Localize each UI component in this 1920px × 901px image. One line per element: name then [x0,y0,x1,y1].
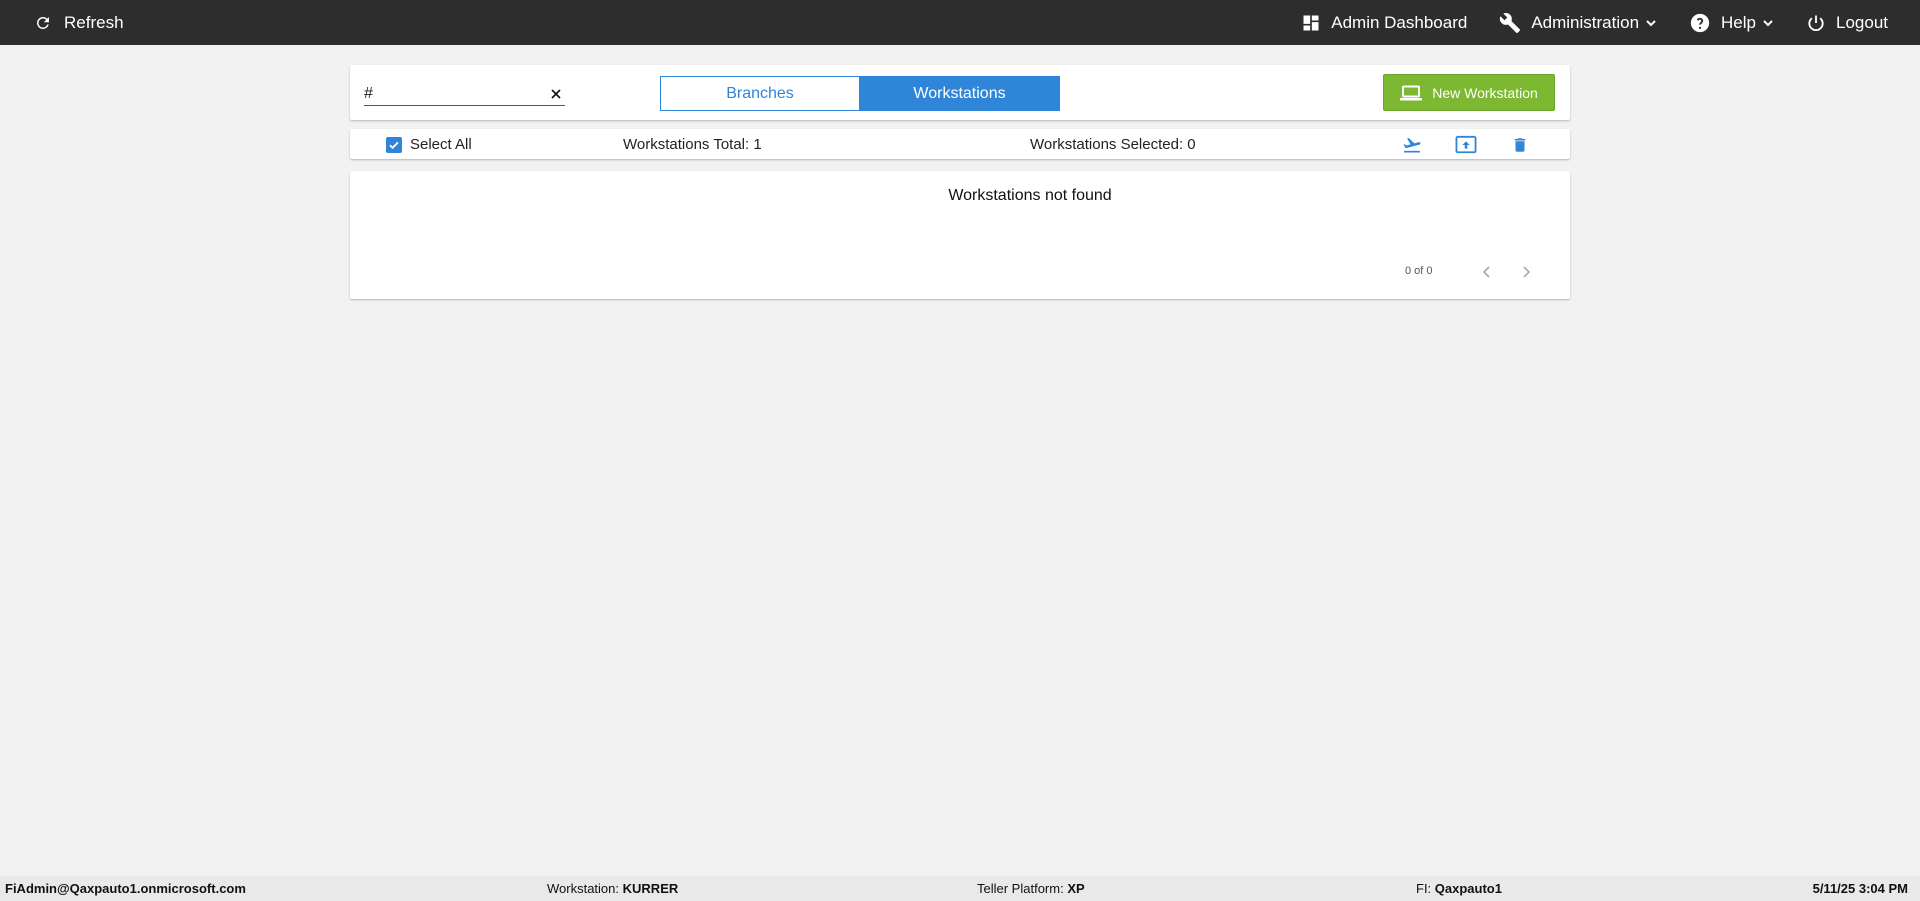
wrench-icon [1500,12,1521,33]
help-icon [1690,13,1710,32]
new-workstation-label: New Workstation [1432,84,1538,101]
upload-button[interactable] [1454,133,1478,157]
footer-datetime: 5/11/25 3:04 PM [1812,881,1908,896]
admin-dashboard-link[interactable]: Admin Dashboard [1301,13,1467,33]
logout-button[interactable]: Logout [1806,13,1888,33]
new-workstation-button[interactable]: New Workstation [1383,74,1555,111]
refresh-button[interactable]: Refresh [0,13,124,33]
chevron-right-icon [1523,266,1531,278]
toolbar-card: Branches Workstations New Workstation [350,65,1570,120]
search-field [364,82,565,106]
admin-dashboard-label: Admin Dashboard [1331,12,1468,32]
next-page-button[interactable] [1515,261,1537,283]
delete-button[interactable] [1508,133,1532,157]
dashboard-icon [1303,15,1319,30]
tab-branches[interactable]: Branches [660,76,860,111]
trash-icon [1514,138,1526,152]
selection-bar: Select All Workstations Total: 1 Worksta… [350,129,1570,159]
previous-page-button[interactable] [1476,261,1498,283]
footer-fi: FI: Qaxpauto1 [1416,881,1502,896]
help-label: Help [1721,12,1756,32]
laptop-icon [1400,85,1423,100]
top-nav-bar: Refresh Admin Dashboard Administration H… [0,0,1920,45]
chevron-left-icon [1482,266,1490,278]
flight-takeoff-icon [1403,137,1421,153]
footer-workstation: Workstation: KURRER [547,881,679,896]
refresh-icon [36,16,49,29]
close-icon [551,88,561,99]
checkbox-checked-icon [386,136,402,153]
workstations-total: Workstations Total: 1 [623,136,762,153]
chevron-down-icon [1763,19,1773,26]
footer-user: FiAdmin@Qaxpauto1.onmicrosoft.com [5,881,246,896]
select-all-checkbox[interactable]: Select All [386,136,472,153]
deploy-button[interactable] [1400,133,1424,157]
administration-menu[interactable]: Administration [1499,12,1657,34]
view-tabs: Branches Workstations [660,76,1060,111]
tab-workstations[interactable]: Workstations [860,76,1060,111]
chevron-down-icon [1646,19,1656,26]
workstations-selected: Workstations Selected: 0 [1030,136,1196,153]
administration-label: Administration [1531,12,1640,32]
logout-label: Logout [1836,12,1888,32]
power-icon [1808,15,1824,31]
pagination-count: 0 of 0 [1405,265,1433,277]
clear-search-button[interactable] [547,85,565,103]
footer-teller-platform: Teller Platform: XP [977,881,1085,896]
search-input[interactable] [364,82,534,105]
help-menu[interactable]: Help [1689,12,1774,34]
status-bar: FiAdmin@Qaxpauto1.onmicrosoft.com Workst… [0,876,1920,901]
refresh-label: Refresh [64,12,124,32]
empty-state-message: Workstations not found [948,187,1112,204]
results-panel: Workstations not found 0 of 0 [350,171,1570,299]
upload-icon [1455,135,1477,154]
select-all-label: Select All [410,136,472,153]
